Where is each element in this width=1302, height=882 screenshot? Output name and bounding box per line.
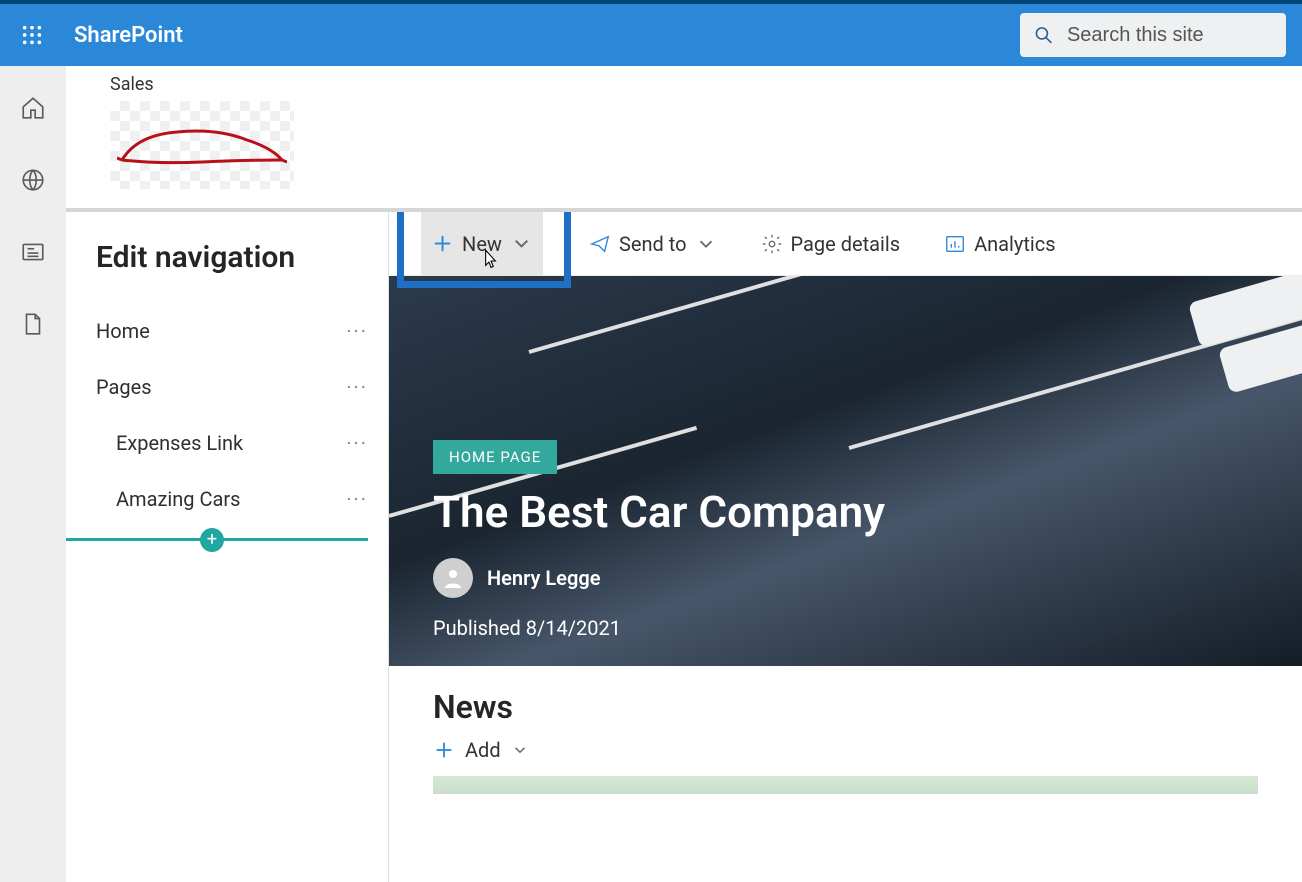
nav-item-home[interactable]: Home ··· (96, 303, 376, 359)
news-title: News (433, 688, 1258, 726)
chevron-down-icon (695, 233, 717, 255)
more-icon[interactable]: ··· (346, 487, 376, 511)
new-button[interactable]: New (421, 212, 543, 276)
nav-item-pages[interactable]: Pages ··· (96, 359, 376, 415)
new-button-label: New (462, 232, 502, 256)
app-launcher-button[interactable] (14, 17, 50, 53)
gear-icon (761, 233, 783, 255)
page-details-button[interactable]: Page details (749, 221, 913, 267)
analytics-icon (944, 233, 966, 255)
rail-file-button[interactable] (15, 306, 51, 342)
left-rail (0, 66, 66, 882)
globe-icon (20, 167, 46, 193)
rail-home-button[interactable] (15, 90, 51, 126)
file-icon (20, 311, 46, 337)
avatar[interactable] (433, 558, 473, 598)
nav-item-label: Pages (96, 375, 152, 399)
nav-item-label: Home (96, 319, 150, 343)
command-bar: New Send to Page details (389, 212, 1302, 276)
author-name[interactable]: Henry Legge (487, 566, 600, 590)
site-header: Sales (66, 66, 1302, 208)
analytics-button[interactable]: Analytics (932, 221, 1068, 267)
author-row: Henry Legge (433, 558, 1258, 598)
nav-item-expenses-link[interactable]: Expenses Link ··· (96, 415, 376, 471)
more-icon[interactable]: ··· (346, 319, 376, 343)
news-section: News Add (389, 666, 1302, 816)
search-input[interactable] (1067, 24, 1272, 47)
home-icon (20, 95, 46, 121)
edit-navigation-panel: Edit navigation Home ··· Pages ··· Expen… (66, 212, 389, 882)
add-news-label: Add (465, 738, 501, 762)
news-card-placeholder[interactable] (433, 776, 1258, 794)
page-details-label: Page details (791, 232, 901, 256)
plus-icon (433, 739, 455, 761)
global-header: SharePoint (0, 4, 1302, 66)
analytics-label: Analytics (974, 232, 1056, 256)
more-icon[interactable]: ··· (346, 431, 376, 455)
main-pane: New Send to Page details (389, 212, 1302, 882)
nav-panel-title: Edit navigation (96, 240, 376, 275)
published-date: Published 8/14/2021 (433, 616, 1258, 640)
nav-item-label: Amazing Cars (116, 487, 240, 511)
page-title: The Best Car Company (433, 486, 1258, 538)
more-icon[interactable]: ··· (346, 375, 376, 399)
person-icon (441, 566, 465, 590)
search-box[interactable] (1020, 13, 1286, 57)
car-logo-icon (117, 120, 287, 170)
nav-item-amazing-cars[interactable]: Amazing Cars ··· (96, 471, 376, 527)
rail-news-button[interactable] (15, 234, 51, 270)
waffle-icon (21, 24, 43, 46)
search-icon (1034, 24, 1053, 46)
send-to-button[interactable]: Send to (577, 221, 729, 267)
app-name[interactable]: SharePoint (74, 23, 183, 48)
send-to-label: Send to (619, 232, 687, 256)
nav-item-label: Expenses Link (116, 431, 243, 455)
site-logo[interactable] (110, 101, 294, 189)
send-icon (589, 233, 611, 255)
rail-globe-button[interactable] (15, 162, 51, 198)
add-news-button[interactable]: Add (433, 738, 1258, 762)
plus-icon (431, 232, 454, 255)
chevron-down-icon (511, 741, 529, 759)
add-nav-item-button[interactable]: + (200, 528, 224, 552)
chevron-down-icon (510, 232, 533, 255)
hero-banner: HOME PAGE The Best Car Company Henry Leg… (389, 276, 1302, 666)
page-type-badge: HOME PAGE (433, 440, 557, 474)
site-name[interactable]: Sales (110, 74, 1258, 95)
news-icon (20, 239, 46, 265)
